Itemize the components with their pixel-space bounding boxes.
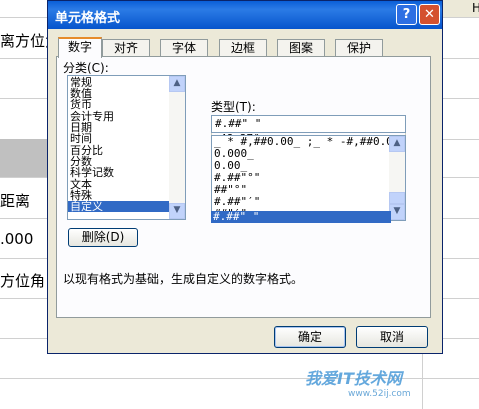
cell-text[interactable]: .000 — [0, 230, 33, 248]
format-cells-dialog: 单元格格式 ? ✕ 数字 对齐 字体 边框 图案 保护 分类(C): 常规 数值… — [47, 0, 443, 354]
ok-button[interactable]: 确定 — [274, 326, 346, 348]
cancel-button[interactable]: 取消 — [356, 326, 428, 348]
row-divider — [0, 378, 479, 379]
title-bar[interactable]: 单元格格式 ? ✕ — [48, 1, 442, 29]
format-scrollbar[interactable]: ▲ ▼ — [389, 136, 405, 220]
format-description: 以现有格式为基础，生成自定义的数字格式。 — [63, 272, 304, 286]
scroll-up-icon[interactable]: ▲ — [169, 76, 185, 92]
category-item-selected[interactable]: 自定义 — [68, 201, 170, 212]
delete-button[interactable]: 删除(D) — [68, 228, 138, 247]
tab-pattern[interactable]: 图案 — [277, 39, 325, 57]
number-tab-panel: 分类(C): 常规 数值 货币 会计专用 日期 时间 百分比 分数 科学记数 文… — [56, 56, 431, 318]
column-header-label: H — [472, 1, 479, 15]
category-item[interactable]: 科学记数 — [70, 167, 114, 178]
cell-text[interactable]: 方位角 — [0, 270, 45, 291]
type-label: 类型(T): — [211, 100, 256, 114]
format-listbox[interactable]: _ * #,##0.00_ ;_ * -#,##0.00_ 0.000_ 0.0… — [211, 135, 406, 221]
dialog-title: 单元格格式 — [55, 11, 121, 26]
site-watermark-url: www.52ij.com — [348, 389, 411, 399]
close-button[interactable]: ✕ — [419, 4, 440, 25]
category-label: 分类(C): — [63, 61, 109, 75]
scroll-thumb[interactable] — [389, 192, 405, 204]
help-button[interactable]: ? — [396, 4, 417, 25]
tab-number[interactable]: 数字 — [58, 37, 102, 58]
type-input[interactable]: #.##" " — [211, 115, 406, 133]
cell-text[interactable]: 距离 — [0, 190, 30, 211]
category-item[interactable]: 时间 — [70, 133, 92, 144]
tab-alignment[interactable]: 对齐 — [102, 39, 150, 57]
scroll-up-icon[interactable]: ▲ — [389, 136, 405, 152]
tab-font[interactable]: 字体 — [160, 39, 208, 57]
format-item-selected[interactable]: #.##" " — [211, 211, 391, 223]
category-scrollbar[interactable]: ▲ ▼ — [169, 76, 185, 219]
scroll-down-icon[interactable]: ▼ — [169, 203, 185, 219]
selected-cell[interactable] — [0, 139, 48, 177]
site-watermark: 我爱IT技术网 — [305, 369, 402, 388]
tab-border[interactable]: 边框 — [219, 39, 267, 57]
category-item[interactable]: 货币 — [70, 99, 92, 110]
category-listbox[interactable]: 常规 数值 货币 会计专用 日期 时间 百分比 分数 科学记数 文本 特殊 自定… — [67, 75, 186, 220]
tab-protection[interactable]: 保护 — [335, 39, 383, 57]
scroll-down-icon[interactable]: ▼ — [389, 204, 405, 220]
